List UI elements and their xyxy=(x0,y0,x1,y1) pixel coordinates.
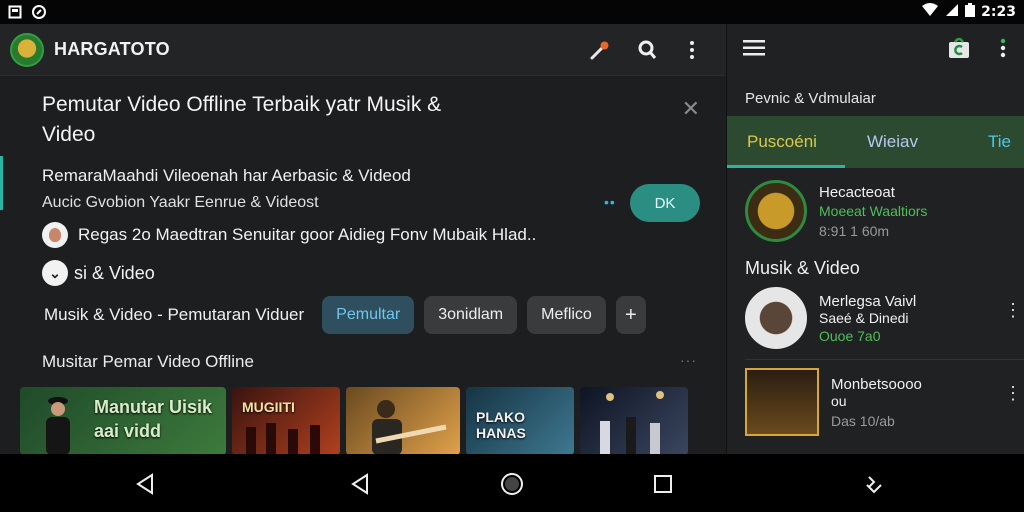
person-figure xyxy=(46,397,70,454)
list-item[interactable]: Monbetsoooo ou Das 10/ab ⋮ xyxy=(727,368,1024,436)
accent-bar xyxy=(0,156,3,210)
tab-puscoeni[interactable]: Puscoéni xyxy=(727,132,837,152)
banner-user-text: Regas 2o Maedtran Senuitar goor Aidieg F… xyxy=(78,225,537,244)
recents-icon[interactable] xyxy=(651,472,675,496)
banner-description: Aucic Gvobion Yaakr Eenrue & Videost xyxy=(42,194,319,211)
status-bar: 2:23 xyxy=(0,0,1024,24)
thumbnail-title: Manutar Uisik xyxy=(94,397,213,417)
video-thumbnail-row: Manutar Uisik aai vidd MUGIITI PLAKO HAN… xyxy=(20,387,688,454)
album-cover xyxy=(745,368,819,436)
avatar xyxy=(42,222,68,248)
video-thumbnail[interactable]: MUGIITI xyxy=(232,387,340,454)
wifi-icon xyxy=(921,3,939,21)
back-icon[interactable] xyxy=(348,472,372,496)
back-icon[interactable] xyxy=(133,472,157,496)
item-title: Monbetsoooo xyxy=(831,375,922,393)
banner-action-label: si & Video xyxy=(74,262,155,283)
video-thumbnail[interactable] xyxy=(580,387,688,454)
main-panel: HARGATOTO Pemutar Video Offline Terbaik … xyxy=(0,24,726,454)
add-chip-button[interactable]: + xyxy=(615,296,646,334)
more-horiz-icon[interactable]: ··· xyxy=(680,352,697,368)
featured-item[interactable]: Hecacteoat Moeeat Waaltiors 8:91 1 60m xyxy=(727,180,1024,242)
chip-category-label[interactable]: Musik & Video - Pemutaran Viduer xyxy=(36,296,312,334)
status-time: 2:23 xyxy=(981,4,1016,20)
navigation-bar xyxy=(0,454,1024,512)
side-panel-title: Pevnic & Vdmulaiar xyxy=(745,90,876,107)
chip-meflico[interactable]: Meflico xyxy=(527,296,606,334)
more-vert-icon[interactable] xyxy=(680,38,704,62)
app-logo xyxy=(10,32,44,67)
item-meta: Ouoe 7a0 xyxy=(819,327,881,344)
thumbnail-title: PLAKO HANAS xyxy=(476,409,526,441)
home-icon[interactable] xyxy=(500,472,524,496)
avatar xyxy=(745,287,807,349)
thumbnail-subtitle: aai vidd xyxy=(94,421,162,441)
close-icon[interactable]: ✕ xyxy=(682,96,700,122)
item-subtitle: Moeeat Waaltiors xyxy=(819,202,928,219)
mic-icon[interactable] xyxy=(588,38,612,62)
side-section-title: Musik & Video xyxy=(745,258,860,278)
list-item[interactable]: Merlegsa Vaivl Saeé & Dinedi Ouoe 7a0 ⋮ xyxy=(727,287,1024,349)
battery-icon xyxy=(965,3,976,21)
avatar xyxy=(745,180,807,242)
banner-title: Pemutar Video Offline Terbaik yatr Musik… xyxy=(42,93,442,146)
cast-icon[interactable] xyxy=(634,38,658,62)
item-subtitle: Saeé & Dinedi xyxy=(819,309,909,326)
circle-clock-icon xyxy=(32,5,46,19)
video-thumbnail[interactable]: PLAKO HANAS xyxy=(466,387,574,454)
tab-indicator xyxy=(727,165,845,168)
tab-tie[interactable]: Tie xyxy=(968,132,1024,152)
item-meta: 8:91 1 60m xyxy=(819,222,890,239)
side-panel: Pevnic & Vdmulaiar Puscoéni Wieiav Tie H… xyxy=(726,24,1024,454)
filter-chips: Musik & Video - Pemutaran Viduer Pemulta… xyxy=(36,296,646,334)
app-bar: HARGATOTO xyxy=(0,24,726,76)
store-icon[interactable] xyxy=(948,37,970,64)
item-title: Hecacteoat xyxy=(819,183,895,201)
more-vert-icon[interactable]: ⋮ xyxy=(1004,384,1022,402)
tab-bar: Puscoéni Wieiav Tie xyxy=(727,116,1024,168)
chip-pemultar[interactable]: Pemultar xyxy=(322,296,415,334)
chevron-down-icon[interactable]: ⌄ xyxy=(42,260,68,286)
divider xyxy=(745,359,1024,360)
menu-icon[interactable] xyxy=(743,39,765,61)
item-subtitle: ou xyxy=(831,392,847,409)
video-thumbnail[interactable]: Manutar Uisik aai vidd xyxy=(20,387,226,454)
crowd-figures xyxy=(246,423,320,454)
side-app-bar xyxy=(727,24,1024,76)
item-title: Merlegsa Vaivl xyxy=(819,292,917,310)
banner-subtitle: RemaraMaahdi Vileoenah har Aerbasic & Vi… xyxy=(42,166,411,185)
more-vert-icon[interactable] xyxy=(998,38,1008,63)
guitarist-figure xyxy=(372,400,447,454)
more-vert-icon[interactable]: ⋮ xyxy=(1004,301,1022,319)
signal-icon xyxy=(945,3,959,21)
video-thumbnail[interactable] xyxy=(346,387,460,454)
page-dots: •• xyxy=(604,194,616,210)
section-title: Musitar Pemar Video Offline xyxy=(42,352,254,371)
app-title: HARGATOTO xyxy=(54,39,170,59)
tab-wieiav[interactable]: Wieiav xyxy=(847,132,938,152)
stage-figures xyxy=(600,391,664,454)
promo-banner: Pemutar Video Offline Terbaik yatr Musik… xyxy=(0,76,726,286)
square-notification-icon xyxy=(8,5,22,19)
chip-3onidlam[interactable]: 3onidlam xyxy=(424,296,518,334)
item-meta: Das 10/ab xyxy=(831,412,895,429)
ok-button[interactable]: DK xyxy=(630,184,700,222)
assist-icon[interactable] xyxy=(862,472,886,496)
